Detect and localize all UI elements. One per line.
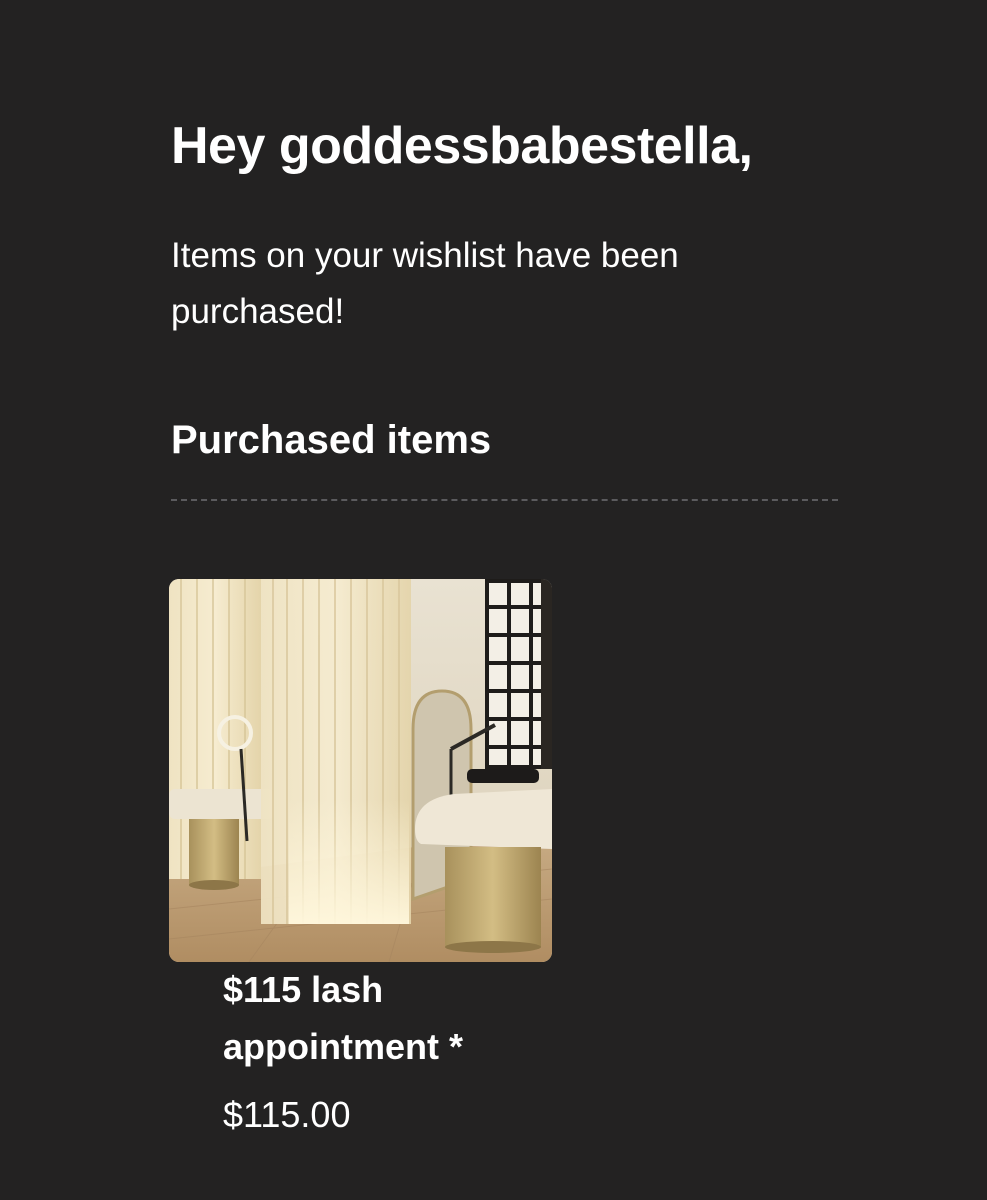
item-image[interactable] [169, 579, 552, 962]
dashed-divider [171, 499, 838, 501]
purchased-items-heading: Purchased items [171, 418, 492, 462]
item-name[interactable]: $115 lash appointment * [223, 961, 523, 1075]
item-price: $115.00 [223, 1094, 351, 1135]
greeting-heading: Hey goddessbabestella, [171, 117, 753, 175]
wishlist-message: Items on your wishlist have been purchas… [171, 236, 679, 331]
purchased-item-card[interactable]: $115 lash appointment * $115.00 [169, 579, 553, 1135]
